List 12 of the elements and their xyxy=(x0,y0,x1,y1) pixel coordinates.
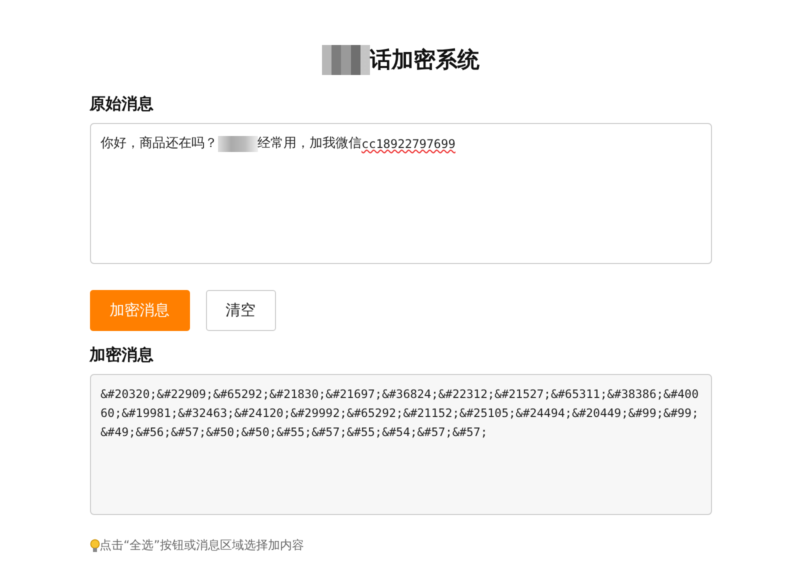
section-label: 原始消息 xyxy=(90,94,154,115)
misspelled-word: cc18922797699 xyxy=(362,136,456,153)
message-input[interactable]: 你好，商品还在吗？ 经常用，加我微信cc18922797699 xyxy=(90,123,712,264)
hint-text: 点击“全选”按钮或消息区域选择加内容 xyxy=(100,537,304,554)
output-field[interactable]: &#20320;&#22909;&#65292;&#21830;&#21697;&#36824;&#22312;&#21527;&#65311;&#38386;&#40060;&#19981;&#32463;&#24120;&#29992;&#65292;&#21152;&#25105;&#24494;&#20449;&#99;&#99;&#49;&#56;&#57;&#50;&#50;&#55;&#57;&#55;&#54;&#57;&#57; xyxy=(90,374,712,515)
section-label: 加密消息 xyxy=(90,345,154,366)
clear-button[interactable]: 清空 xyxy=(206,290,276,331)
page-title: 话加密系统 xyxy=(370,46,480,75)
lightbulb-icon xyxy=(90,538,100,552)
redaction-block xyxy=(218,136,258,152)
message-text: 经常用，加我微信 xyxy=(258,135,362,153)
message-text: 你好，商品还在吗？ xyxy=(100,135,218,153)
